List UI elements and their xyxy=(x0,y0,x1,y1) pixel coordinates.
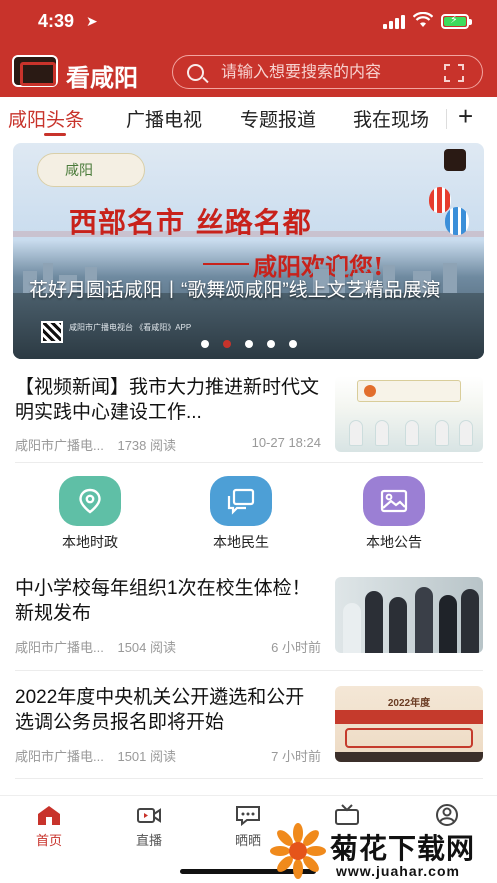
news-title: 【视频新闻】我市大力推进新时代文明实践中心建设工作... xyxy=(15,377,320,423)
balloon-icon xyxy=(445,207,469,235)
wifi-icon xyxy=(412,11,434,33)
news-thumbnail xyxy=(335,577,483,653)
scan-icon[interactable] xyxy=(444,64,464,82)
news-source-name: 咸阳市广播电... xyxy=(15,640,104,655)
news-time: 6 小时前 xyxy=(271,640,321,655)
news-time: 7 小时前 xyxy=(271,749,321,764)
nav-label: 首页 xyxy=(35,833,62,848)
divider xyxy=(15,778,483,779)
message-icon xyxy=(236,806,260,826)
news-read-count: 1504 阅读 xyxy=(117,640,177,655)
nav-home[interactable]: 首页 xyxy=(14,804,84,852)
add-channel-button[interactable]: + xyxy=(458,101,473,132)
carousel-dot[interactable] xyxy=(245,340,253,348)
qr-code-icon xyxy=(41,321,63,343)
image-icon xyxy=(363,476,425,526)
news-title: 2022年度中央机关公开遴选和公开选调公务员报名即将开始 xyxy=(15,687,305,733)
news-source: 咸阳市广播电... 1738 阅读 xyxy=(15,435,176,454)
news-thumbnail: 2022年度 xyxy=(335,686,483,762)
channel-tabs: 咸阳头条 广播电视 专题报道 我在现场 + xyxy=(0,97,497,141)
news-source-name: 咸阳市广播电... xyxy=(15,749,104,764)
news-read-count: 1501 阅读 xyxy=(117,749,177,764)
carousel-dot[interactable] xyxy=(267,340,275,348)
status-time: 4:39 xyxy=(38,11,75,31)
tab-special-reports[interactable]: 专题报道 xyxy=(240,105,316,132)
carousel-dot[interactable] xyxy=(201,340,209,348)
news-source: 咸阳市广播电... 1504 阅读 xyxy=(15,637,176,656)
tab-on-scene[interactable]: 我在现场 xyxy=(353,105,429,132)
watermark-title: 菊花下载网 xyxy=(330,833,476,864)
location-pin-icon xyxy=(59,476,121,526)
banner-headline: 西部名市 丝路名都 xyxy=(69,206,312,239)
chrysanthemum-logo-icon xyxy=(270,823,326,879)
search-box[interactable] xyxy=(172,55,483,89)
banner-logo-mark: 咸阳 xyxy=(65,163,93,179)
search-input[interactable] xyxy=(221,63,431,83)
app-name: 看咸阳 xyxy=(66,63,138,92)
app-header: 4:39 ➤ ⚡ 看咸阳 xyxy=(0,0,497,97)
tab-xianyang-headlines[interactable]: 咸阳头条 xyxy=(8,105,84,132)
balloon-icon xyxy=(429,187,451,213)
carousel-dot[interactable] xyxy=(289,340,297,348)
signal-icon xyxy=(383,15,405,29)
battery-icon: ⚡ xyxy=(441,14,472,29)
watermark: 菊花下载网 www.juahar.com xyxy=(270,823,497,883)
quick-link-local-politics[interactable]: 本地时政 xyxy=(35,466,145,556)
nav-label: 直播 xyxy=(135,833,162,848)
search-icon xyxy=(187,64,204,81)
status-bar: 4:39 ➤ ⚡ xyxy=(0,0,497,44)
quick-link-local-livelihood[interactable]: 本地民生 xyxy=(186,466,296,556)
news-time: 10-27 18:24 xyxy=(251,435,321,450)
divider xyxy=(15,670,483,671)
news-title: 中小学校每年组织1次在校生体检！新规发布 xyxy=(15,578,311,624)
carousel-dot-active[interactable] xyxy=(223,340,231,348)
tab-divider xyxy=(446,109,447,129)
quick-link-label: 本地时政 xyxy=(62,534,118,550)
nav-live[interactable]: 直播 xyxy=(114,804,184,852)
news-item[interactable]: 2022年度中央机关公开遴选和公开选调公务员报名即将开始 咸阳市广播电... 1… xyxy=(0,682,497,770)
banner-seal xyxy=(444,149,466,171)
home-icon xyxy=(38,806,60,825)
news-item[interactable]: 【视频新闻】我市大力推进新时代文明实践中心建设工作... 咸阳市广播电... 1… xyxy=(0,372,497,456)
banner-caption: 花好月圆话咸阳丨“歌舞颂咸阳”线上文艺精品展演 xyxy=(29,280,441,301)
banner-carousel[interactable]: 咸阳 西部名市 丝路名都 咸阳欢迎您! 花好月圆话咸阳丨“歌舞颂咸阳”线上文艺精… xyxy=(13,143,484,359)
video-camera-icon xyxy=(137,808,161,823)
watermark-url: www.juahar.com xyxy=(336,863,460,879)
quick-link-local-notices[interactable]: 本地公告 xyxy=(339,466,449,556)
news-source-name: 咸阳市广播电... xyxy=(15,438,104,453)
news-read-count: 1738 阅读 xyxy=(117,438,177,453)
thumbnail-year: 2022年度 xyxy=(387,698,431,709)
banner-qr-text: 咸阳市广播电视台 《看咸阳》APP xyxy=(69,323,192,332)
news-source: 咸阳市广播电... 1501 阅读 xyxy=(15,746,176,765)
quick-link-label: 本地公告 xyxy=(366,534,422,550)
location-arrow-icon: ➤ xyxy=(86,13,98,29)
news-thumbnail xyxy=(335,376,483,452)
tab-broadcast-tv[interactable]: 广播电视 xyxy=(126,105,202,132)
app-logo xyxy=(12,55,58,87)
news-item[interactable]: 中小学校每年组织1次在校生体检！新规发布 咸阳市广播电... 1504 阅读 6… xyxy=(0,573,497,661)
quick-link-label: 本地民生 xyxy=(213,534,269,550)
chat-bubbles-icon xyxy=(210,476,272,526)
active-tab-indicator xyxy=(44,133,66,136)
divider xyxy=(15,462,483,463)
